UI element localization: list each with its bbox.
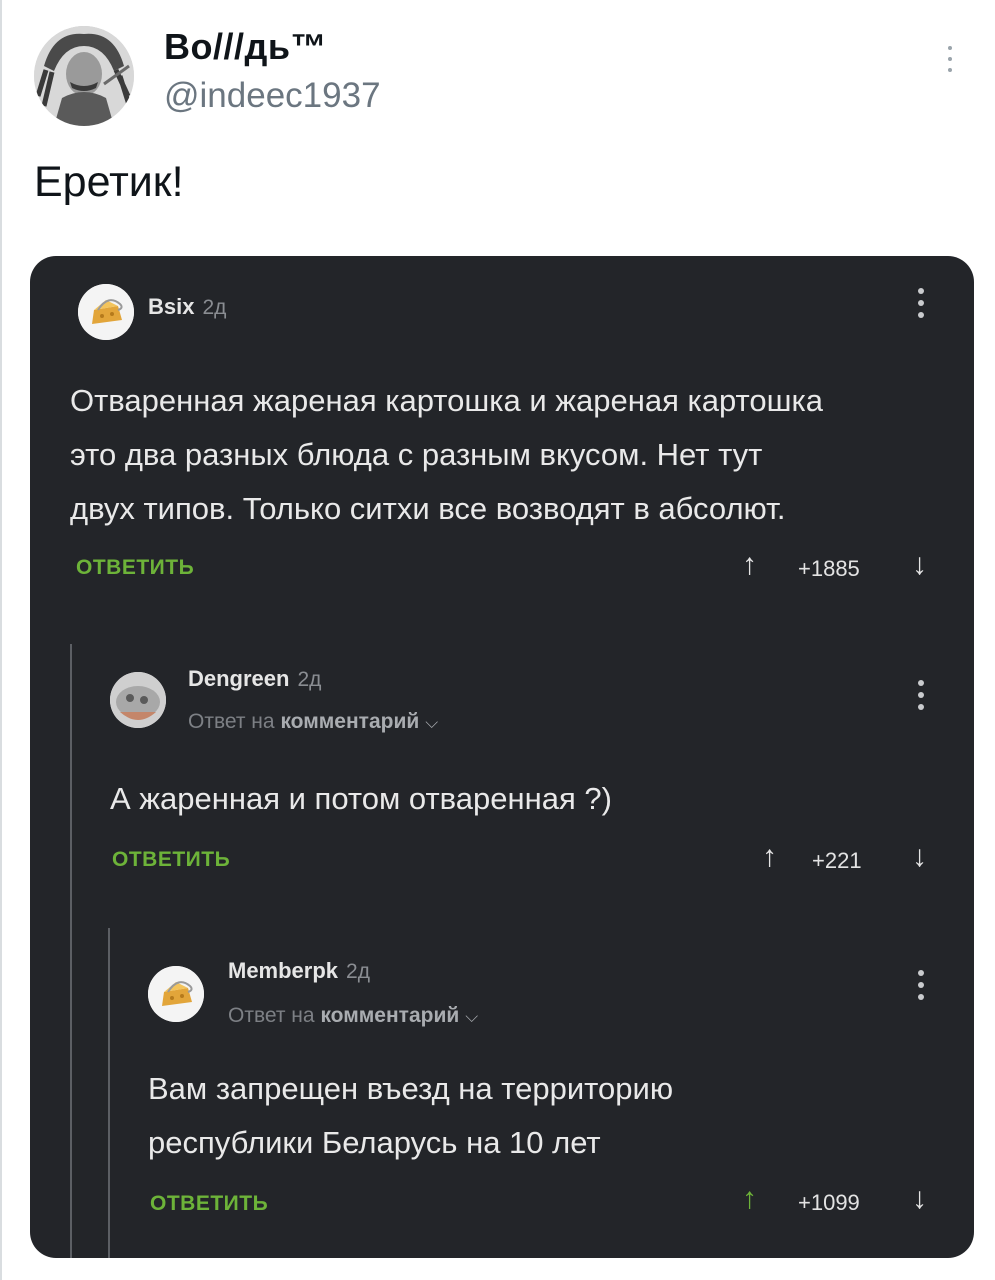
reply-prefix: Ответ на <box>188 710 275 733</box>
comment-line: Вам запрещен въезд на территорию <box>148 1071 674 1106</box>
upvote-arrow-icon[interactable]: ↑ <box>742 1182 757 1216</box>
profile-avatar[interactable] <box>34 26 134 126</box>
chevron-down-icon[interactable]: ⌵ <box>425 713 438 732</box>
thread-line[interactable] <box>108 928 110 1258</box>
left-border <box>0 0 2 1280</box>
tweet-text: Еретик! <box>34 158 184 206</box>
chevron-down-icon[interactable]: ⌵ <box>465 1007 478 1026</box>
user-handle[interactable]: @indeec1937 <box>164 76 381 116</box>
comment-line: республики Беларусь на 10 лет <box>148 1125 601 1160</box>
photo-avatar-icon[interactable] <box>110 672 166 728</box>
upvote-arrow-icon[interactable]: ↑ <box>742 548 757 582</box>
more-options-icon[interactable] <box>945 46 955 82</box>
author-name[interactable]: Dengreen <box>188 666 289 691</box>
reply-prefix: Ответ на <box>228 1004 315 1027</box>
downvote-arrow-icon[interactable]: ↓ <box>912 1182 927 1216</box>
comment-author[interactable]: Memberpk 2д <box>228 958 370 984</box>
downvote-arrow-icon[interactable]: ↓ <box>912 840 927 874</box>
rating-value: +1885 <box>798 556 860 581</box>
comment-text: А жаренная и потом отваренная ?) <box>110 772 612 826</box>
reply-button[interactable]: ОТВЕТИТЬ <box>150 1192 268 1216</box>
comment-time: 2д <box>297 668 322 691</box>
reply-target[interactable]: комментарий <box>320 1004 459 1027</box>
rating-value: +1099 <box>798 1190 860 1215</box>
downvote-arrow-icon[interactable]: ↓ <box>912 548 927 582</box>
cheese-avatar-icon[interactable] <box>78 284 134 340</box>
comment-menu-icon[interactable] <box>918 970 926 1004</box>
reply-to-link[interactable]: Ответ на комментарий ⌵ <box>188 710 438 734</box>
embedded-screenshot[interactable]: Bsix 2д Отваренная жареная картошка и жар… <box>30 256 974 1258</box>
comment-author[interactable]: Dengreen 2д <box>188 666 321 692</box>
reply-target[interactable]: комментарий <box>280 710 419 733</box>
comment-text: Вам запрещен въезд на территорию республ… <box>148 1062 673 1170</box>
rating-widget: ↑ +221 ↓ <box>750 840 940 876</box>
thread-line[interactable] <box>70 644 72 1258</box>
comment-line: А жаренная и потом отваренная ?) <box>110 781 612 816</box>
display-name[interactable]: Во///дь™ <box>164 26 327 68</box>
upvote-arrow-icon[interactable]: ↑ <box>762 840 777 874</box>
comment-menu-icon[interactable] <box>918 288 926 322</box>
author-name[interactable]: Bsix <box>148 294 194 319</box>
reply-button[interactable]: ОТВЕТИТЬ <box>112 848 230 872</box>
comment-time: 2д <box>202 296 227 319</box>
reply-to-link[interactable]: Ответ на комментарий ⌵ <box>228 1004 478 1028</box>
author-name[interactable]: Memberpk <box>228 958 338 983</box>
comment-line: это два разных блюда с разным вкусом. Не… <box>70 437 763 472</box>
cheese-avatar-icon[interactable] <box>148 966 204 1022</box>
comment-text: Отваренная жареная картошка и жареная ка… <box>70 374 823 536</box>
comment-time: 2д <box>346 960 370 983</box>
comment-menu-icon[interactable] <box>918 680 926 714</box>
rating-widget: ↑ +1099 ↓ <box>730 1182 940 1218</box>
reply-button[interactable]: ОТВЕТИТЬ <box>76 556 194 580</box>
rating-widget: ↑ +1885 ↓ <box>730 548 940 584</box>
comment-line: двух типов. Только ситхи все возводят в … <box>70 491 786 526</box>
comment-line: Отваренная жареная картошка и жареная ка… <box>70 383 823 418</box>
comment-author[interactable]: Bsix 2д <box>148 294 226 320</box>
rating-value: +221 <box>812 848 862 873</box>
